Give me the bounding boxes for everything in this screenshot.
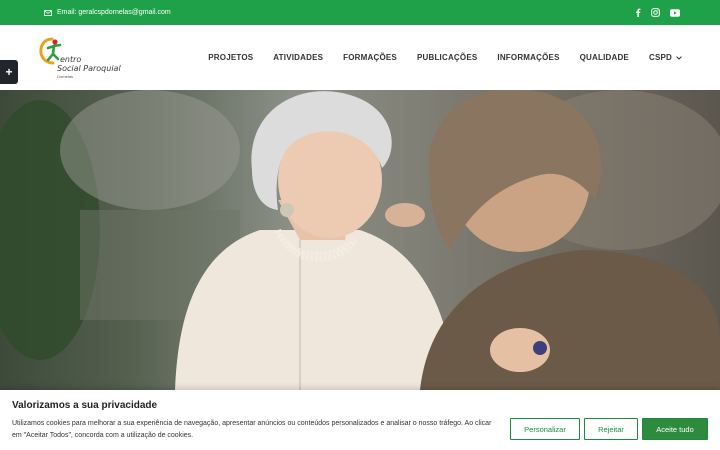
top-bar: Email: geralcspdornelas@gmail.com bbox=[0, 0, 720, 25]
site-logo[interactable]: entro Social Paroquial Dornelas bbox=[38, 36, 121, 80]
hero-photo bbox=[0, 90, 720, 390]
social-links bbox=[635, 0, 680, 25]
logo-text-line1: entro bbox=[60, 55, 82, 64]
logo-text-line3: Dornelas bbox=[57, 74, 74, 79]
customize-cookies-button[interactable]: Personalizar bbox=[510, 418, 580, 440]
envelope-icon bbox=[44, 9, 52, 16]
youtube-icon[interactable] bbox=[670, 8, 680, 17]
nav-item-informacoes[interactable]: INFORMAÇÕES bbox=[497, 53, 559, 62]
chevron-down-icon bbox=[676, 55, 682, 60]
accept-all-cookies-button[interactable]: Aceite tudo bbox=[642, 418, 708, 440]
hero-photo-elderly-care bbox=[0, 90, 720, 390]
cookie-consent-banner: Valorizamos a sua privacidade Utilizamos… bbox=[0, 390, 720, 450]
facebook-icon[interactable] bbox=[635, 8, 641, 17]
nav-item-cspd[interactable]: CSPD bbox=[649, 53, 682, 62]
nav-item-publicacoes[interactable]: PUBLICAÇÕES bbox=[417, 53, 477, 62]
logo-text-line2: Social Paroquial bbox=[57, 64, 121, 73]
main-navigation: PROJETOS ATIVIDADES FORMAÇÕES PUBLICAÇÕE… bbox=[208, 25, 682, 90]
email-text[interactable]: Email: geralcspdornelas@gmail.com bbox=[57, 9, 171, 16]
nav-item-formacoes[interactable]: FORMAÇÕES bbox=[343, 53, 397, 62]
cookie-banner-text: Utilizamos cookies para melhorar a sua e… bbox=[12, 420, 492, 439]
nav-item-cspd-label: CSPD bbox=[648, 53, 672, 62]
cookie-banner-title: Valorizamos a sua privacidade bbox=[12, 400, 158, 411]
nav-item-qualidade[interactable]: QUALIDADE bbox=[580, 53, 629, 62]
nav-item-atividades[interactable]: ATIVIDADES bbox=[273, 53, 323, 62]
reject-cookies-button[interactable]: Rejeitar bbox=[584, 418, 638, 440]
nav-item-projetos[interactable]: PROJETOS bbox=[208, 53, 253, 62]
email-contact[interactable]: Email: geralcspdornelas@gmail.com bbox=[44, 0, 171, 25]
instagram-icon[interactable] bbox=[651, 8, 660, 17]
side-panel-toggle-button[interactable]: + bbox=[0, 60, 18, 84]
site-header: entro Social Paroquial Dornelas PROJETOS… bbox=[0, 25, 720, 90]
